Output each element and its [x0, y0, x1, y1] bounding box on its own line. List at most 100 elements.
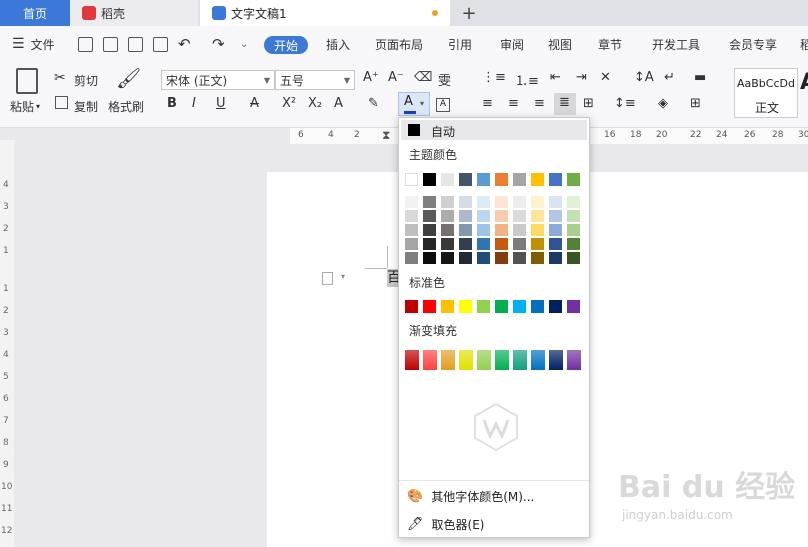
vertical-ruler[interactable]: 4 3 2 1 1 2 3 4 5 6 7 8 9 10 11 12 — [0, 140, 14, 547]
paste-icon[interactable] — [16, 68, 38, 94]
format-painter-icon[interactable]: 🖌 — [116, 66, 141, 90]
menu-member[interactable]: 会员专享 — [729, 26, 777, 62]
save-icon[interactable] — [78, 37, 93, 52]
quick-access-more-icon[interactable]: ⌄ — [240, 26, 248, 62]
gradient-color-swatch[interactable] — [441, 350, 455, 370]
standard-color-swatch[interactable] — [459, 300, 472, 313]
theme-color-swatch[interactable] — [477, 173, 490, 186]
menu-developer[interactable]: 开发工具 — [652, 26, 700, 62]
theme-color-swatch[interactable] — [459, 173, 472, 186]
paragraph-doc-icon[interactable] — [322, 272, 333, 285]
theme-shade-swatch[interactable] — [549, 210, 562, 222]
bold-icon[interactable]: B — [167, 96, 177, 111]
format-painter-button[interactable]: 格式刷 — [108, 98, 144, 115]
gradient-color-swatch[interactable] — [423, 350, 437, 370]
theme-shade-swatch[interactable] — [549, 224, 562, 236]
paste-button[interactable]: 粘贴 ▾ — [10, 98, 40, 115]
theme-shade-swatch[interactable] — [423, 238, 436, 250]
theme-shade-swatch[interactable] — [531, 196, 544, 208]
gradient-color-swatch[interactable] — [549, 350, 563, 370]
theme-shade-swatch[interactable] — [549, 196, 562, 208]
align-left-icon[interactable]: ≡ — [482, 96, 493, 111]
theme-shade-swatch[interactable] — [441, 210, 454, 222]
grow-font-icon[interactable]: A⁺ — [363, 70, 379, 85]
font-size-select[interactable]: 五号 ▼ — [275, 70, 355, 90]
theme-shade-swatch[interactable] — [423, 252, 436, 264]
new-tab-button[interactable]: + — [458, 0, 480, 26]
increase-indent-icon[interactable]: ⇥ — [576, 70, 587, 85]
undo-icon[interactable]: ↶ — [178, 26, 191, 62]
standard-color-swatch[interactable] — [441, 300, 454, 313]
font-color-button[interactable]: A ▾ — [398, 92, 430, 116]
file-menu[interactable]: ☰ 文件 — [12, 26, 55, 62]
copy-button[interactable]: 复制 — [74, 98, 98, 115]
theme-shade-swatch[interactable] — [549, 238, 562, 250]
gradient-color-swatch[interactable] — [567, 350, 581, 370]
export-pdf-icon[interactable] — [103, 37, 118, 52]
bullet-list-icon[interactable]: ⋮≡ — [482, 70, 506, 85]
chinese-layout-icon[interactable]: ✕ — [600, 70, 611, 85]
decrease-indent-icon[interactable]: ⇤ — [550, 70, 561, 85]
char-border-icon[interactable]: A — [436, 98, 450, 112]
theme-shade-swatch[interactable] — [423, 224, 436, 236]
align-center-icon[interactable]: ≡ — [508, 96, 519, 111]
theme-shade-swatch[interactable] — [459, 238, 472, 250]
copy-icon[interactable] — [55, 96, 68, 109]
theme-shade-swatch[interactable] — [567, 196, 580, 208]
menu-page-layout[interactable]: 页面布局 — [375, 26, 423, 62]
theme-shade-swatch[interactable] — [531, 224, 544, 236]
theme-shade-swatch[interactable] — [513, 196, 526, 208]
tab-stop-icon[interactable]: ▬ — [694, 70, 706, 85]
theme-shade-swatch[interactable] — [567, 224, 580, 236]
highlight-icon[interactable]: ✎ — [368, 96, 379, 111]
align-right-icon[interactable]: ≡ — [534, 96, 545, 111]
menu-references[interactable]: 引用 — [448, 26, 472, 62]
theme-shade-swatch[interactable] — [477, 196, 490, 208]
sort-icon[interactable]: ↕A — [634, 70, 654, 85]
theme-shade-swatch[interactable] — [495, 238, 508, 250]
theme-shade-swatch[interactable] — [477, 224, 490, 236]
standard-color-swatch[interactable] — [549, 300, 562, 313]
text-effect-icon[interactable]: A — [334, 96, 343, 111]
standard-color-swatch[interactable] — [513, 300, 526, 313]
theme-shade-swatch[interactable] — [495, 210, 508, 222]
theme-shade-swatch[interactable] — [531, 238, 544, 250]
gradient-color-swatch[interactable] — [405, 350, 419, 370]
underline-icon[interactable]: U — [216, 96, 226, 111]
theme-shade-swatch[interactable] — [495, 196, 508, 208]
font-name-select[interactable]: 宋体 (正文) ▼ — [161, 70, 275, 90]
standard-color-swatch[interactable] — [567, 300, 580, 313]
theme-shade-swatch[interactable] — [405, 196, 418, 208]
justify-button[interactable]: ≣ — [554, 93, 576, 115]
gradient-color-swatch[interactable] — [495, 350, 509, 370]
scissors-icon[interactable]: ✂ — [54, 70, 66, 86]
theme-shade-swatch[interactable] — [477, 210, 490, 222]
subscript-icon[interactable]: X₂ — [308, 96, 322, 111]
theme-color-swatch[interactable] — [513, 173, 526, 186]
print-icon[interactable] — [128, 37, 143, 52]
more-font-colors-item[interactable]: 🎨 其他字体颜色(M)... — [407, 485, 534, 507]
gradient-color-swatch[interactable] — [513, 350, 527, 370]
theme-shade-swatch[interactable] — [495, 224, 508, 236]
theme-shade-swatch[interactable] — [549, 252, 562, 264]
theme-color-swatch[interactable] — [405, 173, 418, 186]
theme-shade-swatch[interactable] — [405, 238, 418, 250]
standard-color-swatch[interactable] — [477, 300, 490, 313]
standard-color-swatch[interactable] — [531, 300, 544, 313]
theme-shade-swatch[interactable] — [405, 210, 418, 222]
theme-shade-swatch[interactable] — [477, 252, 490, 264]
theme-shade-swatch[interactable] — [459, 196, 472, 208]
gradient-color-swatch[interactable] — [477, 350, 491, 370]
theme-shade-swatch[interactable] — [405, 252, 418, 264]
cut-button[interactable]: 剪切 — [74, 72, 98, 89]
strikethrough-icon[interactable]: A — [250, 96, 259, 111]
theme-shade-swatch[interactable] — [531, 252, 544, 264]
menu-review[interactable]: 审阅 — [500, 26, 524, 62]
menu-start[interactable]: 开始 — [264, 36, 308, 54]
theme-shade-swatch[interactable] — [531, 210, 544, 222]
indent-marker-icon[interactable]: ⧗ — [382, 128, 390, 143]
tab-daoke[interactable]: 稻壳 — [70, 0, 198, 26]
style-gallery-normal[interactable]: AaBbCcDd 正文 — [734, 68, 798, 118]
menu-view[interactable]: 视图 — [548, 26, 572, 62]
standard-color-swatch[interactable] — [423, 300, 436, 313]
